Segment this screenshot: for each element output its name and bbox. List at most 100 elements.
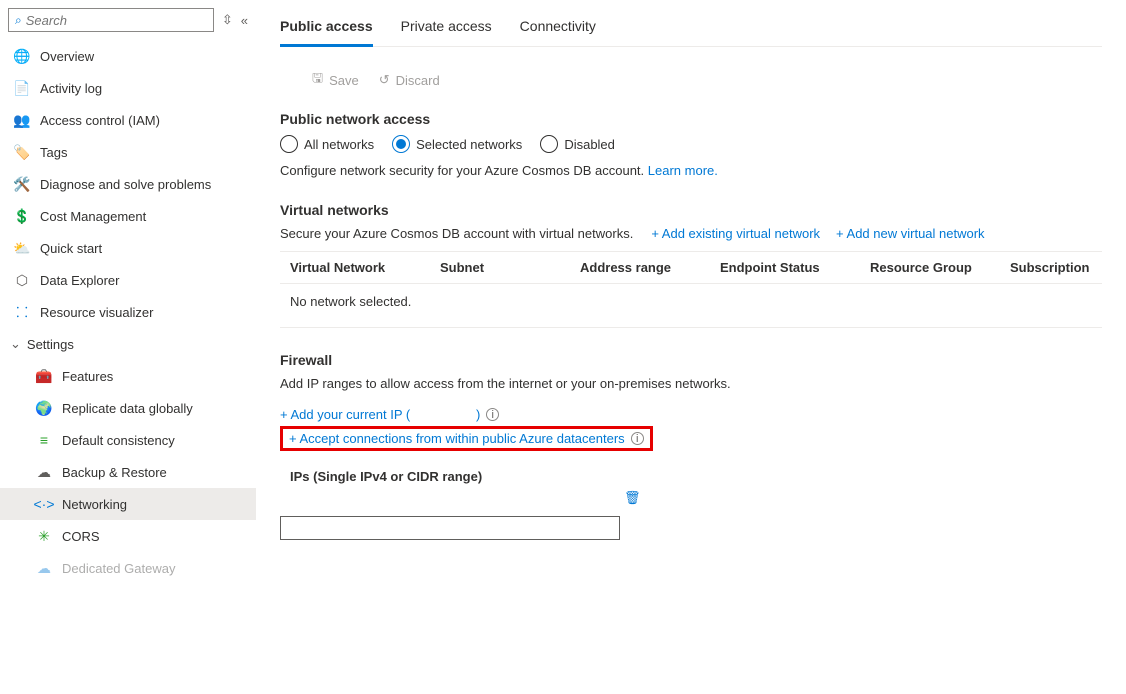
cost-icon: 💲 (14, 208, 30, 224)
sidebar-item-dedicated-gateway[interactable]: ☁ Dedicated Gateway (0, 552, 256, 584)
tab-private-access[interactable]: Private access (401, 12, 492, 46)
info-icon[interactable]: i (486, 408, 499, 421)
col-virtual-network: Virtual Network (290, 260, 440, 275)
sidebar-item-data-explorer[interactable]: ⬡ Data Explorer (0, 264, 256, 296)
add-current-ip-suffix: ) (476, 407, 480, 422)
settings-group-header[interactable]: ⌄ Settings (0, 328, 256, 360)
globe-icon: 🌐 (14, 48, 30, 64)
hint-text: Configure network security for your Azur… (280, 163, 644, 178)
virtual-networks-heading: Virtual networks (280, 202, 1102, 218)
cube-icon: ⬡ (14, 272, 30, 288)
backup-icon: ☁ (36, 464, 52, 480)
col-subscription: Subscription (1010, 260, 1092, 275)
accept-azure-dc-link[interactable]: + Accept connections from within public … (289, 431, 625, 446)
sidebar-item-label: Resource visualizer (40, 305, 153, 320)
discard-label: Discard (396, 73, 440, 88)
search-input[interactable] (26, 13, 207, 28)
radio-selected-networks[interactable]: Selected networks (392, 135, 522, 153)
col-subnet: Subnet (440, 260, 580, 275)
sidebar-item-label: CORS (62, 529, 100, 544)
chevron-down-icon: ⌄ (10, 336, 21, 352)
add-new-vnet-link[interactable]: + Add new virtual network (836, 226, 985, 241)
sort-icon[interactable]: ⇳ (222, 12, 233, 28)
vnet-desc-row: Secure your Azure Cosmos DB account with… (280, 226, 1102, 241)
vnet-table: Virtual Network Subnet Address range End… (280, 251, 1102, 328)
sidebar-item-backup[interactable]: ☁ Backup & Restore (0, 456, 256, 488)
sidebar-item-diagnose[interactable]: 🛠️ Diagnose and solve problems (0, 168, 256, 200)
sidebar-item-cost-management[interactable]: 💲 Cost Management (0, 200, 256, 232)
search-input-wrap[interactable]: ⌕ (8, 8, 214, 32)
ip-row: 🗑 (280, 490, 1102, 506)
graph-icon: ⸬ (14, 304, 30, 320)
tab-public-access[interactable]: Public access (280, 12, 373, 47)
search-row: ⌕ ⇳ « (0, 4, 256, 40)
col-address-range: Address range (580, 260, 720, 275)
ips-col-label: IPs (Single IPv4 or CIDR range) (280, 469, 1102, 484)
sidebar-item-label: Tags (40, 145, 67, 160)
sidebar-item-overview[interactable]: 🌐 Overview (0, 40, 256, 72)
gateway-icon: ☁ (36, 560, 52, 576)
radio-label: All networks (304, 137, 374, 152)
radio-all-networks[interactable]: All networks (280, 135, 374, 153)
sidebar-item-access-control[interactable]: 👥 Access control (IAM) (0, 104, 256, 136)
settings-label: Settings (27, 337, 74, 352)
sidebar-item-label: Backup & Restore (62, 465, 167, 480)
sidebar-item-label: Diagnose and solve problems (40, 177, 211, 192)
firewall-heading: Firewall (280, 352, 1102, 368)
info-icon[interactable]: i (631, 432, 644, 445)
vnet-table-header: Virtual Network Subnet Address range End… (280, 251, 1102, 284)
add-existing-vnet-link[interactable]: + Add existing virtual network (651, 226, 820, 241)
add-current-ip-prefix: + Add your current IP ( (280, 407, 410, 422)
log-icon: 📄 (14, 80, 30, 96)
sidebar-item-cors[interactable]: ✳ CORS (0, 520, 256, 552)
radio-disabled[interactable]: Disabled (540, 135, 615, 153)
sidebar-item-resource-visualizer[interactable]: ⸬ Resource visualizer (0, 296, 256, 328)
tabs: Public access Private access Connectivit… (280, 12, 1102, 47)
add-current-ip-link[interactable]: + Add your current IP (xxx.xxx.xxx) (280, 407, 480, 422)
sidebar: ⌕ ⇳ « 🌐 Overview 📄 Activity log 👥 Access… (0, 0, 256, 694)
sidebar-item-consistency[interactable]: ≡ Default consistency (0, 424, 256, 456)
collapse-icon[interactable]: « (241, 13, 248, 28)
sidebar-item-label: Cost Management (40, 209, 146, 224)
sidebar-item-quick-start[interactable]: ⛅ Quick start (0, 232, 256, 264)
save-icon: 🖫 (312, 69, 323, 91)
sidebar-item-replicate[interactable]: 🌍 Replicate data globally (0, 392, 256, 424)
save-button[interactable]: 🖫 Save (312, 69, 359, 91)
discard-button[interactable]: ↺ Discard (379, 72, 440, 88)
sidebar-item-features[interactable]: 🧰 Features (0, 360, 256, 392)
radio-label: Disabled (564, 137, 615, 152)
accept-azure-dc-highlight: + Accept connections from within public … (280, 426, 653, 451)
save-label: Save (329, 73, 359, 88)
sidebar-item-label: Quick start (40, 241, 102, 256)
toolbox-icon: 🧰 (36, 368, 52, 384)
sidebar-item-tags[interactable]: 🏷️ Tags (0, 136, 256, 168)
rocket-icon: ⛅ (14, 240, 30, 256)
network-icon: <·> (36, 496, 52, 512)
ip-input[interactable] (280, 516, 620, 540)
learn-more-link[interactable]: Learn more. (648, 163, 718, 178)
sidebar-item-networking[interactable]: <·> Networking (0, 488, 256, 520)
config-hint: Configure network security for your Azur… (280, 163, 1102, 178)
firewall-links: + Add your current IP (xxx.xxx.xxx) i + … (280, 407, 1102, 451)
sidebar-item-activity-log[interactable]: 📄 Activity log (0, 72, 256, 104)
cors-icon: ✳ (36, 528, 52, 544)
tab-connectivity[interactable]: Connectivity (520, 12, 596, 46)
globe-icon: 🌍 (36, 400, 52, 416)
search-icon: ⌕ (15, 13, 22, 28)
delete-icon[interactable]: 🗑 (624, 490, 641, 506)
sidebar-item-label: Default consistency (62, 433, 175, 448)
firewall-desc: Add IP ranges to allow access from the i… (280, 376, 1102, 391)
vnet-empty-row: No network selected. (280, 284, 1102, 328)
tag-icon: 🏷️ (14, 144, 30, 160)
sidebar-item-label: Access control (IAM) (40, 113, 160, 128)
col-endpoint-status: Endpoint Status (720, 260, 870, 275)
ip-value (280, 494, 620, 502)
public-network-access-heading: Public network access (280, 111, 1102, 127)
sidebar-item-label: Activity log (40, 81, 102, 96)
sidebar-item-label: Features (62, 369, 113, 384)
sidebar-item-label: Networking (62, 497, 127, 512)
undo-icon: ↺ (379, 72, 390, 88)
radio-label: Selected networks (416, 137, 522, 152)
wrench-icon: 🛠️ (14, 176, 30, 192)
main-content: Public access Private access Connectivit… (256, 0, 1126, 694)
